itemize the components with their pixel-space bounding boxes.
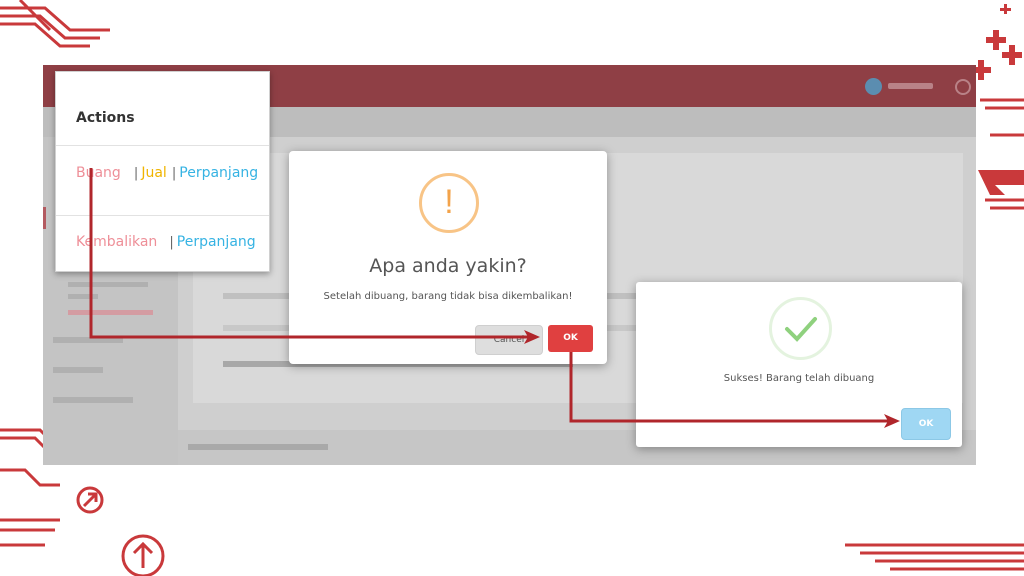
success-icon [769, 297, 832, 360]
settings-icon [955, 79, 971, 95]
sidebar-blur-line [68, 294, 98, 299]
success-ok-button[interactable]: OK [901, 408, 951, 440]
sidebar-blur-line [53, 367, 103, 373]
perpanjang-link[interactable]: Perpanjang [179, 165, 258, 181]
warning-icon: ! [419, 173, 479, 233]
confirm-dialog: ! Apa anda yakin? Setelah dibuang, baran… [289, 151, 607, 364]
separator: | [133, 166, 139, 181]
actions-title: Actions [76, 110, 135, 126]
sidebar-active-marker [43, 207, 46, 229]
exclamation-icon: ! [444, 183, 454, 221]
actions-row-2-links: Kembalikan | Perpanjang [76, 231, 256, 250]
sidebar-blur-active [68, 310, 153, 315]
sidebar-blur-line [68, 282, 148, 287]
success-dialog: Sukses! Barang telah dibuang OK [636, 282, 962, 447]
footer-blur-text [188, 444, 328, 450]
jual-link[interactable]: Jual [141, 165, 166, 181]
perpanjang-link-2[interactable]: Perpanjang [177, 234, 256, 250]
cancel-button[interactable]: Cancel [475, 325, 543, 355]
check-icon [785, 317, 817, 342]
user-menu-blur [888, 83, 933, 89]
user-avatar [865, 78, 882, 95]
separator: | [171, 166, 177, 181]
actions-card: Actions Buang | Jual | Perpanjang Kembalik… [55, 71, 270, 272]
confirm-message: Setelah dibuang, barang tidak bisa dikem… [323, 291, 573, 302]
confirm-title: Apa anda yakin? [369, 255, 527, 277]
sidebar-blur-line [53, 397, 133, 403]
actions-header-row [56, 72, 269, 146]
buang-link[interactable]: Buang [76, 165, 121, 181]
sidebar-blur-line [53, 337, 123, 343]
success-message: Sukses! Barang telah dibuang [723, 373, 875, 384]
kembalikan-link[interactable]: Kembalikan [76, 234, 157, 250]
confirm-ok-button[interactable]: OK [548, 325, 593, 352]
actions-row-1-links: Buang | Jual | Perpanjang [76, 162, 258, 181]
separator: | [169, 235, 174, 250]
